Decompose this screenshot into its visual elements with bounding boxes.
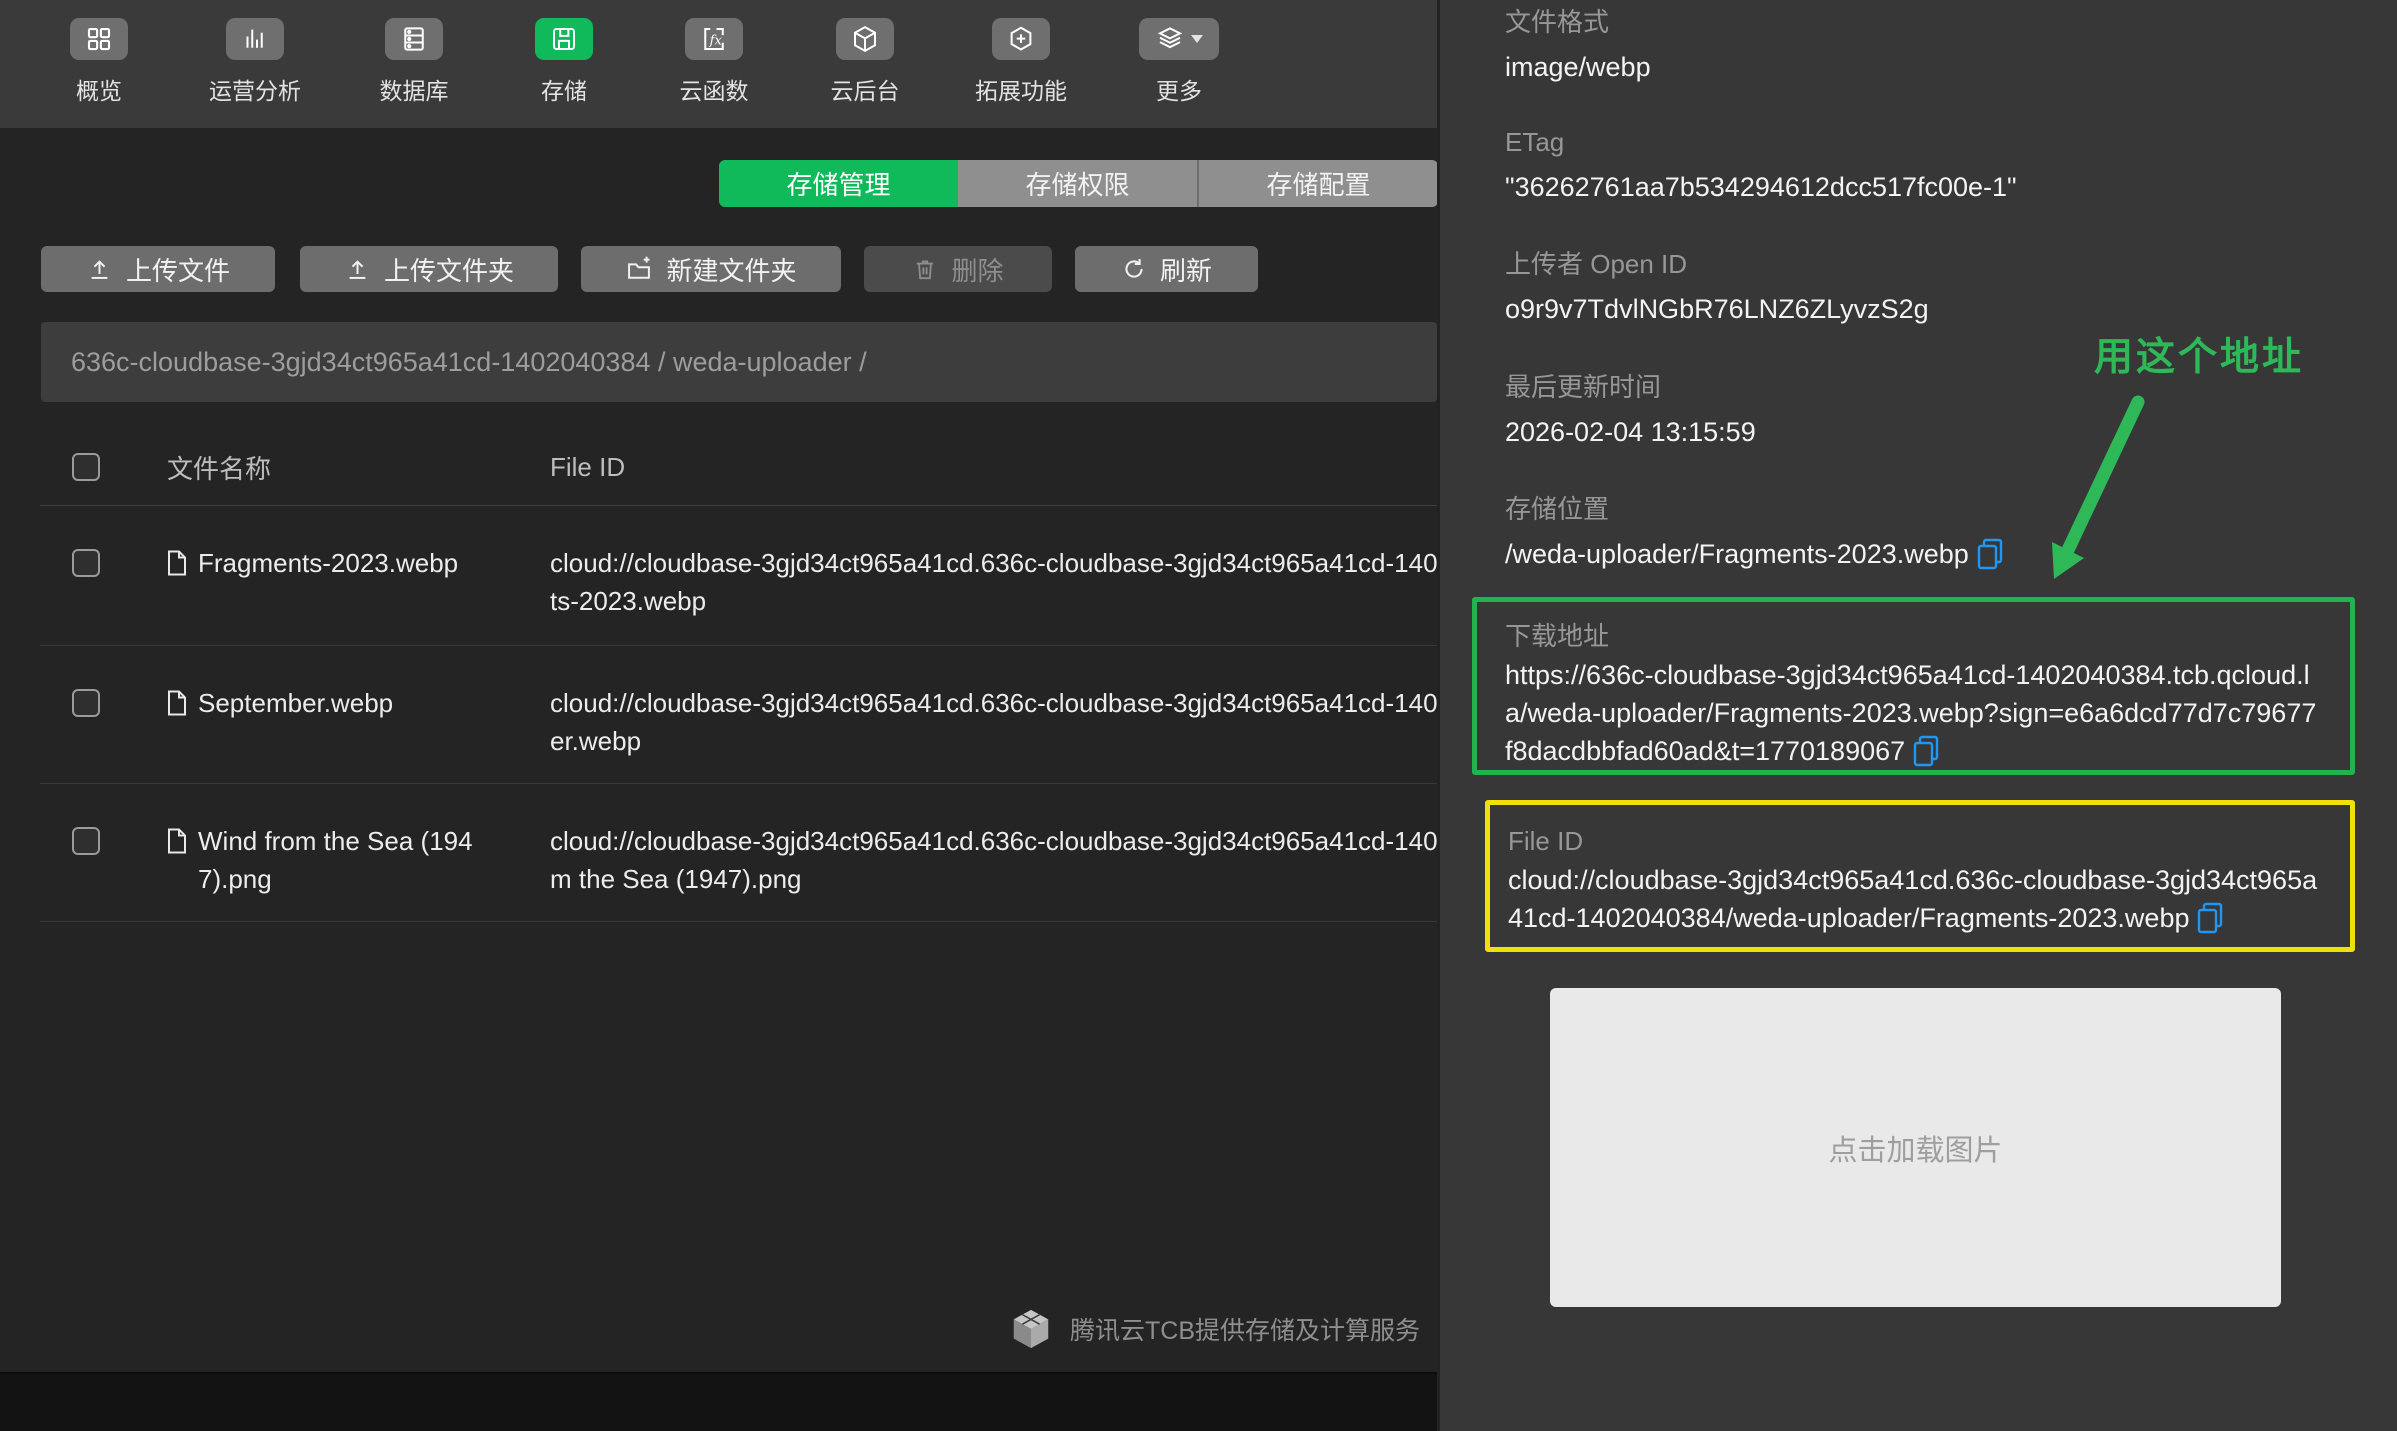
annotation-arrow-icon <box>2052 395 2145 579</box>
file-name-cell[interactable]: Fragments-2023.webp <box>167 544 497 582</box>
file-name: September.webp <box>198 688 394 718</box>
nav-item-overview[interactable]: 概览 <box>29 18 169 106</box>
nav-item-cloud-functions[interactable]: fx 云函数 <box>644 18 784 106</box>
annotation-use-this-address: 用这个地址 <box>2094 334 2305 380</box>
breadcrumb-path: 636c-cloudbase-3gjd34ct965a41cd-14020403… <box>71 346 867 377</box>
nav-item-cloud-backend[interactable]: 云后台 <box>795 18 935 106</box>
uploader-openid-label: 上传者 Open ID <box>1505 249 1688 279</box>
tcb-cube-logo <box>1013 1309 1049 1349</box>
row-checkbox[interactable] <box>72 549 100 577</box>
svg-text:fx: fx <box>709 34 723 49</box>
uploader-openid-section: 上传者 Open ID o9r9v7TdvlNGbR76LNZ6ZLyvzS2g <box>1505 244 2345 329</box>
nav-item-analytics[interactable]: 运营分析 <box>185 18 325 106</box>
nav-item-extensions[interactable]: 拓展功能 <box>951 18 1091 106</box>
table-row[interactable]: Fragments-2023.webp cloud://cloudbase-3g… <box>40 505 1829 646</box>
refresh-button[interactable]: 刷新 <box>1075 246 1258 292</box>
tab-storage-config[interactable]: 存储配置 <box>1197 160 1438 207</box>
delete-button[interactable]: 删除 <box>864 246 1052 292</box>
breadcrumb[interactable]: 636c-cloudbase-3gjd34ct965a41cd-14020403… <box>41 322 1437 402</box>
function-fx-icon: fx <box>685 18 743 60</box>
cloudbase-storage-console: 概览 运营分析 数据库 存储 fx 云函数 云后台 拓展功能 更多 存储管理 存… <box>0 0 2397 1431</box>
nav-label: 云后台 <box>830 78 900 104</box>
storage-location-text: /weda-uploader/Fragments-2023.webp <box>1505 539 1969 569</box>
cube-icon <box>836 18 894 60</box>
image-preview-placeholder[interactable]: 点击加载图片 <box>1550 988 2281 1307</box>
nav-label: 数据库 <box>379 78 449 104</box>
download-url-value: https://636c-cloudbase-3gjd34ct965a41cd-… <box>1505 656 2322 770</box>
nav-label: 存储 <box>541 78 587 104</box>
tab-storage-permissions[interactable]: 存储权限 <box>958 160 1197 207</box>
trash-icon <box>917 260 934 280</box>
load-image-text: 点击加载图片 <box>1828 1134 2003 1167</box>
table-row[interactable]: Wind from the Sea (1947).png cloud://clo… <box>40 783 1822 922</box>
file-name-cell[interactable]: Wind from the Sea (1947).png <box>167 822 497 898</box>
uploader-openid-value: o9r9v7TdvlNGbR76LNZ6ZLyvzS2g <box>1505 294 1929 324</box>
copy-icon[interactable] <box>1911 735 1941 767</box>
tab-storage-management[interactable]: 存储管理 <box>719 160 958 207</box>
layers-icon <box>1139 18 1219 60</box>
file-format-value: image/webp <box>1505 52 1651 82</box>
new-folder-button[interactable]: 新建文件夹 <box>581 246 841 292</box>
file-icon <box>168 828 186 854</box>
copy-icon[interactable] <box>2195 902 2225 934</box>
upload-file-button[interactable]: 上传文件 <box>41 246 275 292</box>
chevron-down-icon <box>1191 35 1203 43</box>
download-url-highlight-box: 下载地址 https://636c-cloudbase-3gjd34ct965a… <box>1472 597 2355 775</box>
file-id-highlight-box: File ID cloud://cloudbase-3gjd34ct965a41… <box>1485 800 2355 952</box>
bottom-strip <box>0 1372 1437 1431</box>
file-icon <box>168 690 186 716</box>
storage-location-label: 存储位置 <box>1505 494 1610 524</box>
select-all-checkbox[interactable] <box>72 453 100 481</box>
upload-folder-button[interactable]: 上传文件夹 <box>300 246 558 292</box>
file-detail-panel: 文件格式 image/webp ETag "36262761aa7b534294… <box>1437 0 2397 1431</box>
upload-icon <box>349 259 366 279</box>
file-name: Wind from the Sea (1947).png <box>198 826 473 894</box>
nav-label: 运营分析 <box>209 78 301 104</box>
nav-item-database[interactable]: 数据库 <box>344 18 484 106</box>
nav-label: 概览 <box>76 78 122 104</box>
nav-label: 更多 <box>1156 78 1202 104</box>
file-icon <box>168 550 186 576</box>
etag-value: "36262761aa7b534294612dcc517fc00e-1" <box>1505 172 2017 202</box>
storage-location-section: 存储位置 /weda-uploader/Fragments-2023.webp <box>1505 489 2345 574</box>
download-url-label: 下载地址 <box>1505 621 1610 651</box>
file-format-label: 文件格式 <box>1505 7 1610 37</box>
column-header-name: 文件名称 <box>167 454 272 484</box>
nav-item-storage[interactable]: 存储 <box>494 18 634 106</box>
storage-tabs: 存储管理 存储权限 存储配置 <box>719 160 1438 207</box>
file-format-section: 文件格式 image/webp <box>1505 2 2345 87</box>
table-header: 文件名称 File ID <box>40 430 1437 506</box>
footer-text: 腾讯云TCB提供存储及计算服务 <box>1070 1317 1421 1345</box>
new-folder-icon <box>628 256 651 279</box>
refresh-icon <box>1125 259 1143 278</box>
bar-chart-icon <box>226 18 284 60</box>
storage-disk-icon <box>535 18 593 60</box>
extension-hexagon-plus-icon <box>992 18 1050 60</box>
row-checkbox[interactable] <box>72 827 100 855</box>
file-id-label: File ID <box>1508 826 1584 856</box>
column-header-file-id: File ID <box>550 452 626 482</box>
storage-location-value: /weda-uploader/Fragments-2023.webp <box>1505 534 2345 574</box>
upload-folder-label: 上传文件夹 <box>383 255 514 286</box>
table-row[interactable]: September.webp cloud://cloudbase-3gjd34c… <box>40 645 1829 784</box>
nav-item-more[interactable]: 更多 <box>1109 18 1249 106</box>
nav-label: 拓展功能 <box>975 78 1067 104</box>
footer: 腾讯云TCB提供存储及计算服务 <box>1008 1306 1420 1352</box>
last-updated-value: 2026-02-04 13:15:59 <box>1505 417 1756 447</box>
database-icon <box>385 18 443 60</box>
delete-label: 删除 <box>951 255 1004 286</box>
etag-label: ETag <box>1505 127 1565 157</box>
nav-label: 云函数 <box>679 78 749 104</box>
refresh-label: 刷新 <box>1159 255 1212 286</box>
upload-icon <box>91 259 108 279</box>
file-name: Fragments-2023.webp <box>198 548 459 578</box>
file-name-cell[interactable]: September.webp <box>167 684 497 722</box>
overview-grid-icon <box>70 18 128 60</box>
etag-section: ETag "36262761aa7b534294612dcc517fc00e-1… <box>1505 122 2345 207</box>
copy-icon[interactable] <box>1975 538 2005 570</box>
new-folder-label: 新建文件夹 <box>666 255 797 286</box>
upload-file-label: 上传文件 <box>125 255 230 286</box>
row-checkbox[interactable] <box>72 689 100 717</box>
file-id-value: cloud://cloudbase-3gjd34ct965a41cd.636c-… <box>1508 861 2330 937</box>
